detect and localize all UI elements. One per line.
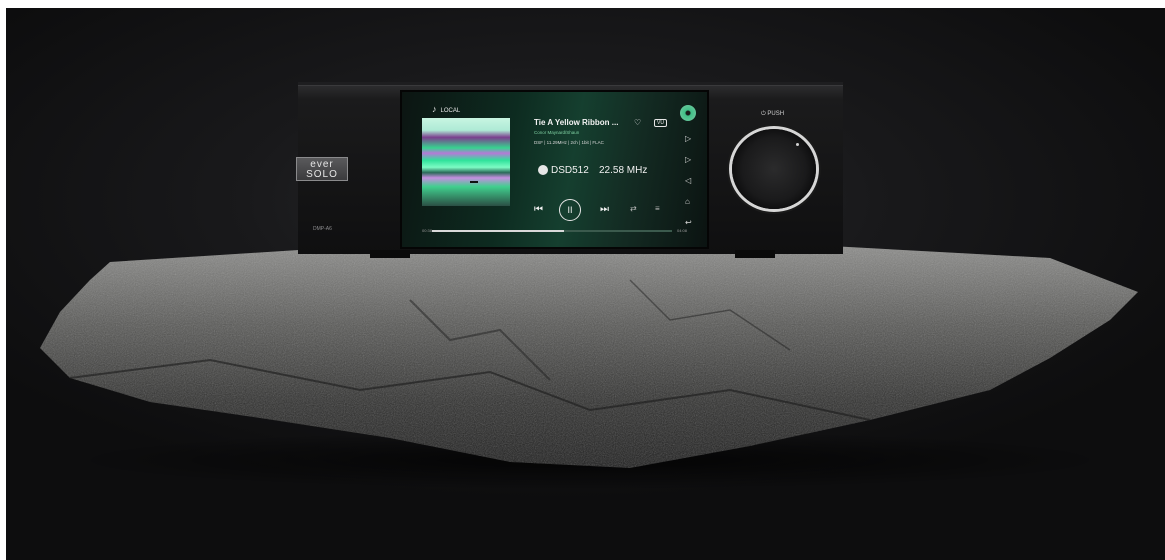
knob-label: ⏻ PUSH — [761, 111, 785, 117]
play-icon[interactable]: ▷ — [685, 134, 691, 143]
home-icon[interactable]: ⌂ — [685, 197, 690, 206]
track-meta: DSF | 11.29MHz | 2ch | 1bit | FLAC — [534, 140, 604, 145]
time-elapsed: 00:38 — [422, 228, 433, 233]
format-label: DSD512 — [551, 165, 589, 176]
track-title: Tie A Yellow Ribbon ... — [534, 118, 619, 127]
white-border-left — [0, 0, 6, 560]
previous-track-button[interactable]: ⏮ — [534, 204, 543, 215]
album-art[interactable] — [422, 118, 510, 206]
disc-icon[interactable] — [680, 105, 696, 121]
repeat-icon[interactable]: ⇄ — [630, 204, 637, 213]
device-foot — [735, 250, 775, 258]
model-label: DMP-A6 — [313, 226, 332, 232]
back-icon[interactable]: ↩ — [685, 218, 692, 227]
vu-meter-button[interactable]: VU — [654, 119, 667, 127]
product-scene: ever SOLO DMP-A6 ♪ LOCAL Tie A Yellow Rib… — [0, 0, 1165, 560]
brand-logo: ever SOLO — [296, 157, 348, 181]
boat-silhouette — [470, 181, 478, 183]
source-label[interactable]: ♪ LOCAL — [432, 104, 460, 114]
time-total: 04:08 — [677, 228, 688, 233]
knob-indicator — [796, 143, 799, 146]
volume-knob[interactable] — [732, 129, 816, 209]
progress-bar[interactable] — [432, 230, 672, 232]
sample-rate: 22.58 MHz — [599, 165, 648, 176]
playlist-icon[interactable]: ≡ — [655, 204, 660, 213]
favorite-heart-icon[interactable]: ♡ — [634, 118, 641, 127]
next-track-button[interactable]: ⏭ — [600, 204, 609, 215]
stone-pedestal — [40, 246, 1138, 468]
dsd-format-icon — [538, 165, 548, 175]
pause-button[interactable]: II — [559, 199, 581, 221]
white-border-top — [0, 0, 1165, 8]
track-artist: Conor Maynard/Shaun — [534, 130, 580, 135]
progress-fill — [432, 230, 564, 232]
touch-screen[interactable]: ♪ LOCAL Tie A Yellow Ribbon ... Conor May… — [400, 90, 709, 249]
prev-side-icon[interactable]: ◁ — [685, 176, 691, 185]
device-foot — [370, 250, 410, 258]
music-note-icon: ♪ — [432, 104, 437, 114]
next-side-icon[interactable]: ▷ — [685, 155, 691, 164]
